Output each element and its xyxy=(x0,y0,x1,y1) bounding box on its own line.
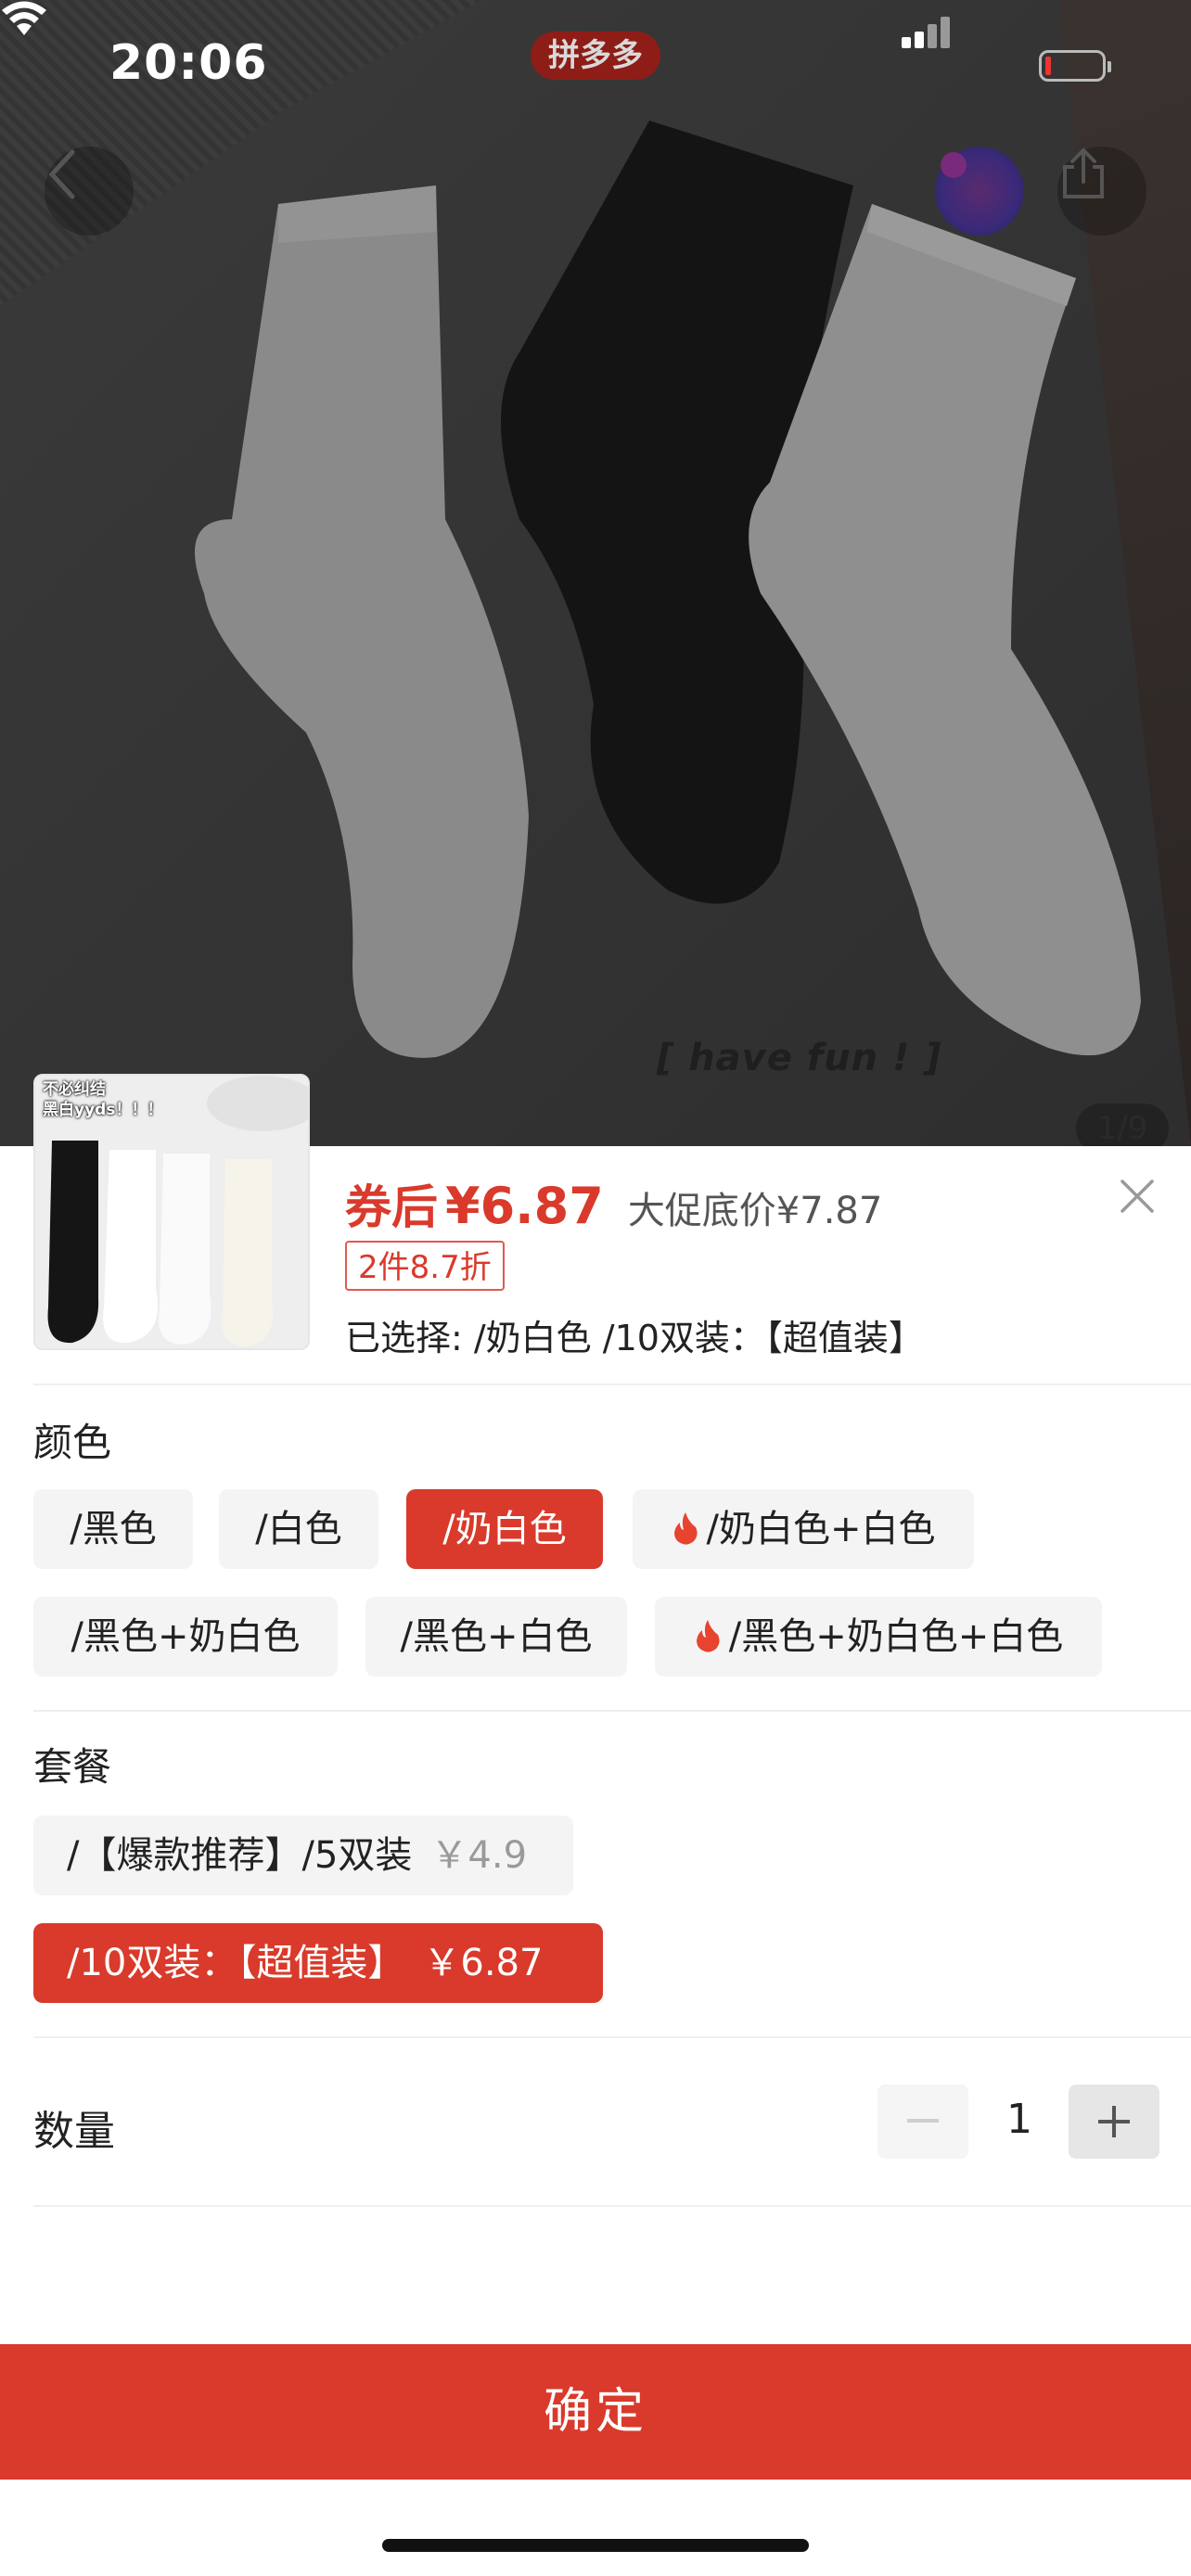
color-option-label: /奶白色 xyxy=(442,1508,567,1550)
color-option[interactable]: /黑色+奶白色 xyxy=(33,1597,338,1677)
battery-icon xyxy=(1039,50,1111,82)
promo-price: 大促底价¥7.87 xyxy=(627,1190,883,1232)
home-indicator[interactable] xyxy=(382,2539,809,2552)
plus-icon xyxy=(1098,2106,1130,2137)
package-option[interactable]: /【爆款推荐】/5双装 ￥4.9 xyxy=(33,1816,573,1895)
package-option-label: /10双装：【超值装】 xyxy=(67,1942,405,1984)
confirm-button[interactable]: 确定 xyxy=(0,2344,1191,2480)
quantity-label: 数量 xyxy=(33,2108,115,2155)
coupon-price: ¥6.87 xyxy=(445,1177,604,1235)
divider xyxy=(33,1710,1191,1712)
back-icon xyxy=(48,149,75,199)
product-photo[interactable]: 20:06 拼多多 [ have fun ! ] 1/9 xyxy=(0,0,1191,1146)
color-option[interactable]: /黑色+奶白色+白色 xyxy=(655,1597,1102,1677)
quantity-value[interactable]: 1 xyxy=(983,2096,1056,2143)
chat-icon xyxy=(941,152,967,178)
color-option-label: /黑色+奶白色+白色 xyxy=(728,1615,1064,1658)
package-option[interactable]: /10双装：【超值装】 ￥6.87 xyxy=(33,1923,603,2003)
color-option-label: /黑色+白色 xyxy=(400,1615,593,1658)
share-button[interactable] xyxy=(1057,147,1146,236)
color-option[interactable]: /黑色 xyxy=(33,1489,193,1569)
flame-icon xyxy=(673,1512,698,1545)
quantity-plus-button[interactable] xyxy=(1069,2085,1159,2159)
chat-button[interactable] xyxy=(935,147,1024,236)
price-row: 券后 ¥6.87 大促底价¥7.87 xyxy=(345,1170,882,1237)
divider xyxy=(33,1384,1191,1385)
thumbnail-caption-line1: 不必纠结 xyxy=(43,1080,106,1099)
package-option-price: ￥6.87 xyxy=(423,1942,544,1984)
package-option-price: ￥4.9 xyxy=(430,1834,528,1877)
package-option-label: /【爆款推荐】/5双装 xyxy=(67,1834,413,1877)
share-icon xyxy=(1063,147,1104,198)
close-icon[interactable] xyxy=(1117,1176,1158,1217)
status-time: 20:06 xyxy=(109,35,268,91)
color-option-label: /黑色 xyxy=(70,1508,157,1550)
status-bar: 20:06 拼多多 xyxy=(0,0,1191,139)
selected-summary: 已选择: /奶白色 /10双装：【超值装】 xyxy=(345,1318,924,1358)
photo-page-indicator: 1/9 xyxy=(1076,1103,1169,1146)
package-section-title: 套餐 xyxy=(33,1744,112,1790)
color-option-label: /奶白色+白色 xyxy=(706,1508,936,1550)
color-option[interactable]: /黑色+白色 xyxy=(365,1597,627,1677)
color-option[interactable]: /白色 xyxy=(219,1489,378,1569)
divider xyxy=(33,2205,1191,2207)
thumbnail-caption-line2: 黑白yyds！！！ xyxy=(43,1101,163,1119)
discount-tag: 2件8.7折 xyxy=(345,1241,505,1291)
coupon-label: 券后 xyxy=(345,1180,438,1234)
color-section-title: 颜色 xyxy=(33,1420,112,1465)
wifi-icon xyxy=(2,1,46,35)
product-thumbnail[interactable]: 不必纠结 黑白yyds！！！ xyxy=(33,1074,310,1350)
color-option[interactable]: /奶白色+白色 xyxy=(633,1489,974,1569)
color-option[interactable]: /奶白色 xyxy=(406,1489,603,1569)
color-option-label: /黑色+奶白色 xyxy=(70,1615,301,1658)
minus-icon xyxy=(907,2119,939,2123)
back-button[interactable] xyxy=(45,147,134,236)
thumbnail-caption: 不必纠结 黑白yyds！！！ xyxy=(43,1079,162,1120)
color-option-label: /白色 xyxy=(255,1508,342,1550)
divider xyxy=(33,2036,1191,2038)
flame-icon xyxy=(696,1620,720,1652)
photo-overlay-text: [ have fun ! ] xyxy=(657,1037,942,1079)
quantity-minus-button[interactable] xyxy=(877,2085,968,2159)
app-badge: 拼多多 xyxy=(531,32,660,80)
